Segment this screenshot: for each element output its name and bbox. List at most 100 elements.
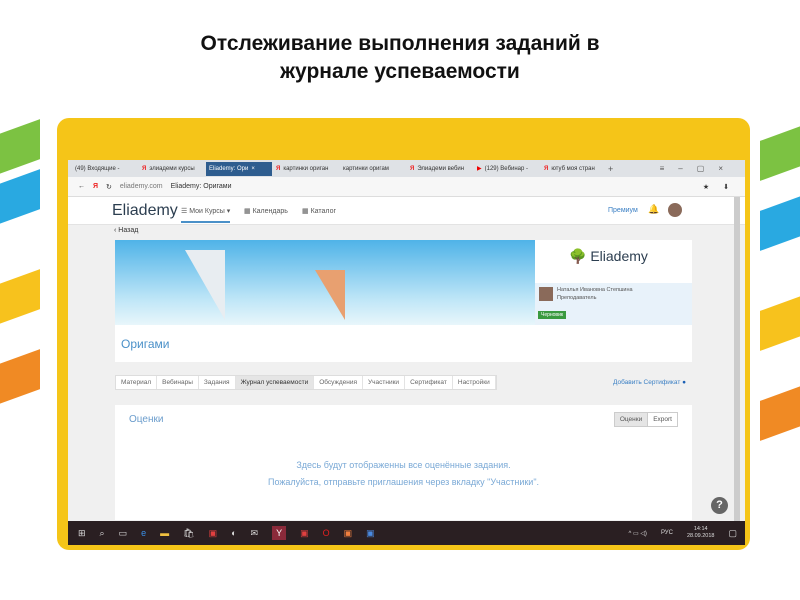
tray-icons[interactable]: ^ ▭ ◁) [629, 530, 647, 537]
app-icon[interactable]: ▣ [366, 528, 375, 539]
new-tab-button[interactable]: + [608, 164, 613, 174]
yandex-icon: Я [142, 165, 147, 172]
close-icon[interactable]: × [251, 166, 255, 172]
browser-tab[interactable]: ▶ (129) Вебинар - [474, 162, 540, 176]
teacher-avatar [539, 287, 553, 301]
teacher-name[interactable]: Наталья Ивановна Степшина [557, 287, 633, 293]
scrollbar[interactable] [734, 197, 740, 545]
tab-label: Элиадеми вебин [417, 165, 465, 172]
app-icon[interactable]: ▣ [209, 528, 218, 539]
dot-icon: ● [682, 379, 687, 386]
course-tabs: Материал Вебинары Задания Журнал успевае… [115, 375, 497, 390]
empty-message: Здесь будут отображенны все оценённые за… [115, 457, 692, 491]
add-certificate-label: Добавить Сертификат [613, 379, 681, 386]
yandex-icon: Я [276, 165, 281, 172]
yandex-icon: Я [410, 165, 415, 172]
opera-icon[interactable]: O [323, 528, 330, 538]
message-line-1: Здесь будут отображенны все оценённые за… [296, 460, 511, 470]
yandex-browser-icon[interactable]: Y [272, 526, 287, 540]
tab-settings[interactable]: Настройки [453, 376, 496, 389]
bell-icon[interactable]: 🔔 [648, 204, 659, 215]
teacher-info: Наталья Ивановна Степшина Преподаватель … [535, 283, 692, 325]
grades-button[interactable]: Оценки [614, 413, 649, 426]
tab-label: элиадеми курсы [149, 165, 195, 172]
calendar-icon: ▦ [244, 208, 251, 215]
tab-webinars[interactable]: Вебинары [157, 376, 199, 389]
search-icon[interactable]: ⌕ [100, 528, 105, 539]
nav-catalog[interactable]: ▦ Каталог [302, 207, 336, 215]
browser-screenshot: (49) Входящие - Яэлиадеми курсы Eliademy… [68, 160, 745, 545]
nav-my-courses[interactable]: ☰ Мои Курсы ▾ [181, 207, 231, 223]
browser-tab[interactable]: Якартинки ориган [273, 162, 339, 176]
window-controls[interactable]: ≡–▢× [660, 164, 737, 173]
add-certificate-link[interactable]: Добавить Сертификат ● [613, 379, 686, 386]
grades-title: Оценки [129, 414, 164, 425]
toolbar-icons[interactable]: ★ ⬇ [703, 183, 735, 191]
back-label: Назад [118, 227, 139, 234]
tab-bar: (49) Входящие - Яэлиадеми курсы Eliademy… [68, 160, 745, 177]
browser-tab[interactable]: картинки оригам [340, 162, 406, 176]
course-title: Оригами [121, 337, 170, 351]
tab-discussions[interactable]: Обсуждения [314, 376, 363, 389]
course-banner-image [115, 240, 535, 325]
help-button[interactable]: ? [711, 497, 728, 514]
brand-text: Eliademy [590, 248, 648, 264]
tab-label: картинки ориган [283, 165, 329, 172]
app-icon[interactable]: ▣ [300, 528, 309, 539]
message-line-2: Пожалуйста, отправьте приглашения через … [267, 477, 540, 487]
app-icon[interactable]: ◐ [231, 528, 236, 538]
mail-icon[interactable]: ✉ [251, 528, 259, 539]
browser-tab[interactable]: Яэлиадеми курсы [139, 162, 205, 176]
yandex-icon[interactable]: Я [93, 183, 98, 190]
store-icon[interactable]: 🛍 [183, 528, 194, 539]
yandex-icon: Я [544, 165, 549, 172]
nav-label: Каталог [310, 208, 337, 215]
tree-icon: 🌳 [569, 248, 587, 264]
eliademy-brand: 🌳 Eliademy [569, 248, 648, 265]
reload-icon[interactable]: ↻ [106, 183, 112, 191]
date: 28.09.2018 [686, 533, 715, 539]
nav-label: Мои Курсы [189, 208, 225, 215]
tab-label: Eliademy: Ори [209, 165, 249, 172]
grid-icon: ▦ [302, 208, 309, 215]
site-header: Eliademy ☰ Мои Курсы ▾ ▦ Календарь ▦ Кат… [68, 197, 745, 545]
notifications-icon[interactable]: ▢ [728, 528, 737, 539]
tab-participants[interactable]: Участники [363, 376, 406, 389]
browser-tab[interactable]: Я Элиадеми вебин [407, 162, 473, 176]
address-bar[interactable]: ← Я ↻ eliademy.com Eliademy: Оригами ★ ⬇ [68, 177, 745, 197]
url-domain: eliademy.com [119, 183, 163, 190]
windows-taskbar: ⊞ ⌕ ▭ e ▬ 🛍 ▣ ◐ ✉ Y ▣ O ▣ ▣ ^ ▭ ◁) РУС 1… [68, 521, 745, 545]
nav-calendar[interactable]: ▦ Календарь [244, 207, 288, 215]
tab-material[interactable]: Материал [116, 376, 158, 389]
tab-assignments[interactable]: Задания [199, 376, 236, 389]
edge-icon[interactable]: e [141, 528, 146, 538]
url-page-title: Eliademy: Оригами [170, 183, 232, 190]
eliademy-logo[interactable]: Eliademy [112, 202, 178, 220]
premium-link[interactable]: Премиум [608, 207, 638, 214]
time: 14:14 [693, 526, 708, 532]
export-button[interactable]: Export [648, 413, 677, 426]
task-view-icon[interactable]: ▭ [119, 528, 128, 539]
paper-crane-orange [285, 270, 345, 320]
back-arrow-icon[interactable]: ← [78, 183, 85, 190]
course-side-panel: 🌳 Eliademy Наталья Ивановна Степшина Пре… [535, 240, 692, 325]
draft-badge: Черновик [538, 311, 567, 319]
tab-certificate[interactable]: Сертификат [405, 376, 453, 389]
browser-tab[interactable]: Яютуб моя стран [541, 162, 607, 176]
youtube-icon: ▶ [477, 166, 482, 172]
course-card: 🌳 Eliademy Наталья Ивановна Степшина Пре… [115, 240, 692, 362]
powerpoint-icon[interactable]: ▣ [344, 528, 353, 539]
tab-label: ютуб моя стран [551, 165, 595, 172]
tab-label: (129) Вебинар - [484, 165, 529, 172]
language-indicator[interactable]: РУС [661, 530, 673, 536]
start-icon[interactable]: ⊞ [78, 528, 86, 539]
browser-tab-active[interactable]: Eliademy: Ори × [206, 161, 272, 176]
clock[interactable]: 14:14 28.09.2018 [687, 526, 715, 540]
browser-tab[interactable]: (49) Входящие - [72, 162, 138, 176]
avatar[interactable] [668, 203, 682, 217]
back-link[interactable]: ‹ Назад [114, 227, 138, 234]
teacher-role: Преподаватель [557, 295, 597, 301]
tab-gradebook[interactable]: Журнал успеваемости [235, 376, 315, 389]
nav-label: Календарь [252, 208, 288, 215]
folder-icon[interactable]: ▬ [160, 528, 169, 538]
